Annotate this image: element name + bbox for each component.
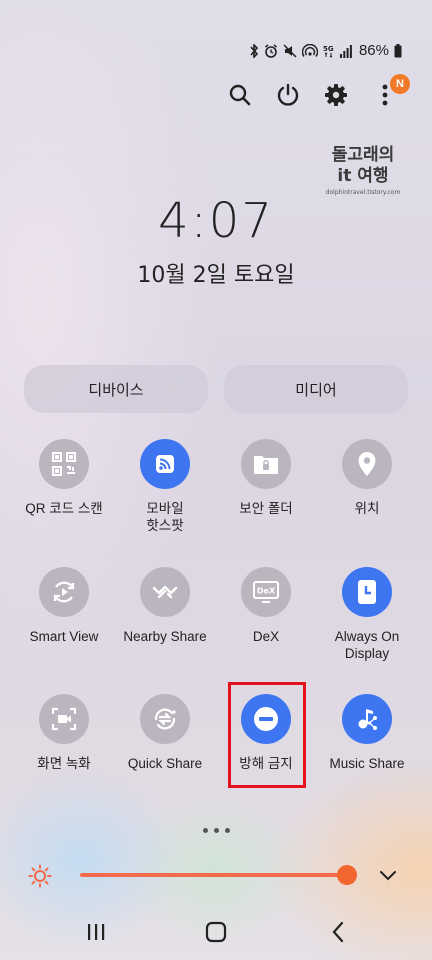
dex-icon: DeX xyxy=(253,581,279,603)
tile-label: 위치 xyxy=(354,501,380,516)
search-icon xyxy=(229,84,251,106)
tile-secure-folder[interactable]: 보안 폴더 xyxy=(212,439,320,517)
tile-smart-view-toggle[interactable] xyxy=(39,567,89,617)
quick-share-icon xyxy=(154,708,176,730)
home-icon xyxy=(205,921,227,943)
search-button[interactable] xyxy=(225,80,255,110)
status-bar: 5G 86% xyxy=(249,42,402,59)
tile-label: Quick Share xyxy=(127,756,203,771)
tile-qr-scan-toggle[interactable] xyxy=(39,439,89,489)
settings-button[interactable] xyxy=(321,80,351,110)
tile-quick-share[interactable]: Quick Share xyxy=(111,694,219,772)
media-button[interactable]: 미디어 xyxy=(224,365,408,413)
recents-icon xyxy=(88,924,105,940)
sun-icon xyxy=(28,864,52,888)
tile-label: 모바일 핫스팟 xyxy=(146,501,184,533)
clock-icon xyxy=(358,580,376,604)
hotspot-icon xyxy=(301,43,318,57)
tile-dex-toggle[interactable]: DeX xyxy=(241,567,291,617)
tile-nearby-share-toggle[interactable] xyxy=(140,567,190,617)
watermark: 돌고래의 it 여행 dolphintravel.tistory.com xyxy=(318,145,408,196)
tile-mobile-hotspot[interactable]: 모바일 핫스팟 xyxy=(111,439,219,534)
battery-percent: 86% xyxy=(358,42,389,59)
tile-label: DeX xyxy=(252,629,280,644)
tile-screen-recorder[interactable]: 화면 녹화 xyxy=(10,694,118,772)
bluetooth-icon xyxy=(250,43,259,58)
tile-music-share[interactable]: Music Share xyxy=(313,694,421,772)
tile-label: Music Share xyxy=(329,756,405,771)
notification-badge: N xyxy=(390,74,410,94)
recents-button[interactable] xyxy=(76,918,116,946)
clock-time: 4:07 xyxy=(158,193,274,249)
tile-music-share-toggle[interactable] xyxy=(342,694,392,744)
tile-screen-recorder-toggle[interactable] xyxy=(39,694,89,744)
more-options-button[interactable]: N xyxy=(370,74,410,110)
back-button[interactable] xyxy=(318,918,358,946)
more-icon xyxy=(382,84,388,106)
tile-location[interactable]: 위치 xyxy=(313,439,421,517)
watermark-line1: 돌고래의 xyxy=(331,145,395,165)
5g-icon: 5G xyxy=(323,45,334,58)
tile-dex[interactable]: DeX DeX xyxy=(212,567,320,645)
battery-icon xyxy=(394,43,402,57)
tile-mobile-hotspot-toggle[interactable] xyxy=(140,439,190,489)
alarm-icon xyxy=(265,43,277,58)
mute-icon xyxy=(283,43,297,58)
tile-label: 화면 녹화 xyxy=(37,756,91,771)
smart-view-icon xyxy=(53,581,75,603)
page-dot xyxy=(213,828,219,833)
screen-record-icon xyxy=(51,707,77,731)
nearby-share-icon xyxy=(152,585,178,599)
hotspot-icon xyxy=(156,455,174,473)
tile-label: Smart View xyxy=(29,629,99,644)
tile-location-toggle[interactable] xyxy=(342,439,392,489)
svg-text:5G: 5G xyxy=(323,45,334,53)
tile-smart-view[interactable]: Smart View xyxy=(10,567,118,645)
tile-label: QR 코드 스캔 xyxy=(25,501,103,516)
signal-icon xyxy=(339,44,352,58)
devices-button[interactable]: 디바이스 xyxy=(24,365,208,413)
watermark-line2: it 여행 xyxy=(337,166,389,186)
tile-quick-share-toggle[interactable] xyxy=(140,694,190,744)
tile-label: 보안 폴더 xyxy=(239,501,293,516)
chevron-down-icon[interactable] xyxy=(379,868,397,882)
page-dot xyxy=(202,828,208,833)
tile-nearby-share[interactable]: Nearby Share xyxy=(111,567,219,645)
brightness-slider-track[interactable] xyxy=(80,873,350,877)
tile-secure-folder-toggle[interactable] xyxy=(241,439,291,489)
tile-label: Nearby Share xyxy=(123,629,207,644)
power-icon xyxy=(277,83,299,106)
clock-date: 10월 2일 토요일 xyxy=(137,263,295,288)
power-button[interactable] xyxy=(273,80,303,110)
secure-folder-icon xyxy=(254,456,278,474)
location-icon xyxy=(358,452,376,476)
highlight-box xyxy=(228,682,306,788)
qr-icon xyxy=(52,452,76,476)
tile-label: Always On Display xyxy=(334,629,400,661)
brightness-slider-thumb[interactable] xyxy=(337,865,358,885)
home-button[interactable] xyxy=(196,918,236,946)
music-share-icon xyxy=(358,709,377,730)
gear-icon xyxy=(325,84,347,106)
tile-always-on-display-toggle[interactable] xyxy=(342,567,392,617)
back-icon xyxy=(332,921,344,943)
page-indicator xyxy=(0,828,432,833)
page-dot xyxy=(224,828,230,833)
tile-always-on-display[interactable]: Always On Display xyxy=(313,567,421,662)
dex-badge-text: DeX xyxy=(257,587,276,596)
tile-qr-scan[interactable]: QR 코드 스캔 xyxy=(10,439,118,517)
